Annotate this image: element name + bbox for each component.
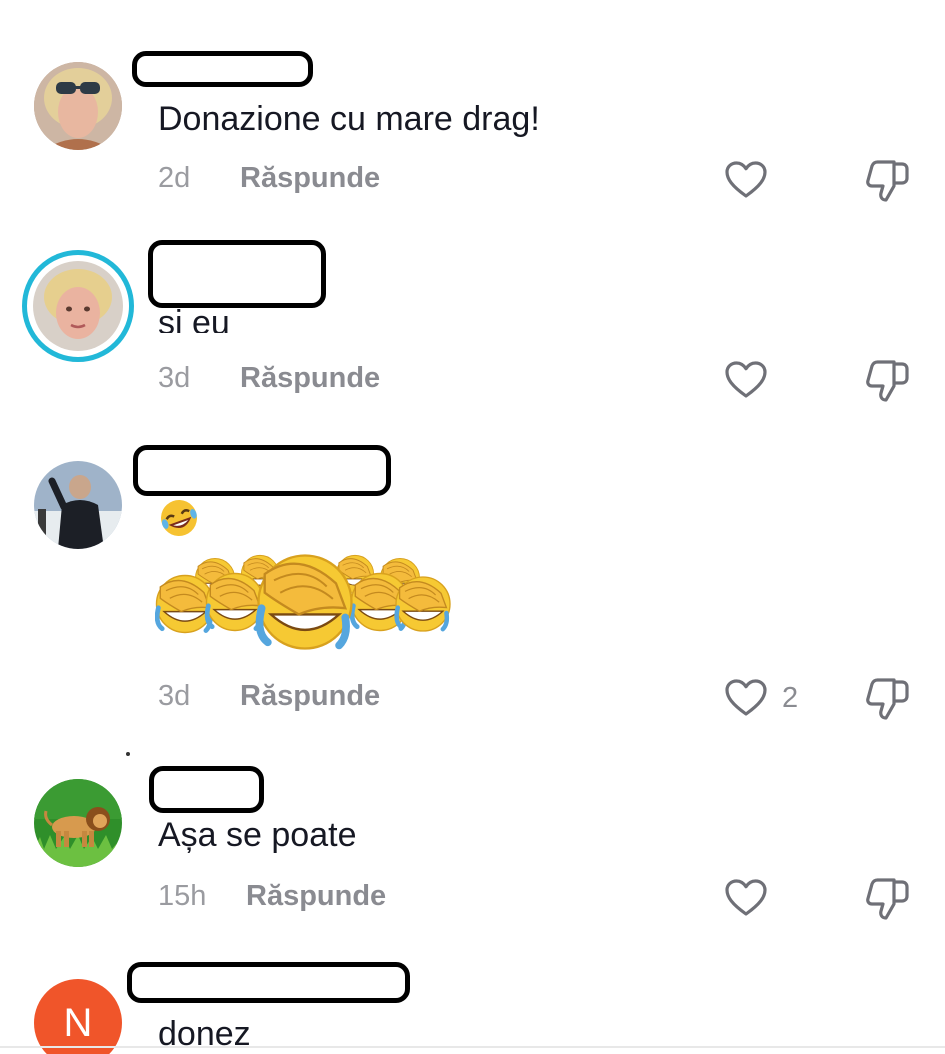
user-photo-avatar-icon	[34, 461, 122, 549]
reply-button[interactable]: Răspunde	[240, 362, 380, 395]
comment-time: 2d	[158, 162, 191, 194]
comment-meta: 15h Răspunde	[158, 880, 386, 913]
reply-button[interactable]: Răspunde	[240, 162, 380, 195]
reply-button[interactable]: Răspunde	[240, 680, 380, 713]
stray-dot	[126, 752, 130, 756]
username-redacted[interactable]	[132, 51, 313, 87]
avatar[interactable]	[34, 779, 122, 867]
thumbs-down-outline-icon	[866, 678, 909, 720]
comment-text: Donazione cu mare drag!	[158, 100, 540, 138]
like-button[interactable]: 2	[724, 678, 798, 718]
facepalm-laughing-sticker-icon	[155, 550, 455, 655]
comment-meta: 3d Răspunde	[158, 680, 380, 713]
user-photo-avatar-icon	[34, 62, 122, 150]
avatar-story-ring[interactable]	[22, 250, 134, 362]
like-button[interactable]	[724, 160, 768, 200]
heart-outline-icon	[725, 679, 767, 716]
username-redacted[interactable]	[149, 766, 264, 813]
avatar-initial: N	[63, 1000, 93, 1045]
reply-button[interactable]: Răspunde	[246, 880, 386, 913]
dislike-button[interactable]	[864, 358, 912, 404]
avatar[interactable]	[34, 461, 122, 549]
user-photo-avatar-icon	[33, 261, 123, 351]
heart-outline-icon	[725, 361, 767, 398]
username-redacted[interactable]	[148, 240, 326, 308]
like-button[interactable]	[724, 360, 768, 400]
dislike-button[interactable]	[864, 158, 912, 204]
rolling-laughing-emoji-icon	[161, 500, 197, 536]
thumbs-down-outline-icon	[866, 878, 909, 920]
like-button[interactable]	[724, 878, 768, 918]
username-redacted[interactable]	[127, 962, 410, 1003]
comment-time: 3d	[158, 680, 191, 712]
comment-time: 3d	[158, 362, 191, 394]
facepalm-laughing-emoji-sticker	[155, 550, 455, 660]
username-redacted[interactable]	[133, 445, 391, 496]
comment-meta: 2d Răspunde	[158, 162, 380, 195]
rolling-on-floor-laughing-emoji: 🤣	[157, 497, 201, 544]
lion-avatar-icon	[34, 779, 122, 867]
like-count: 2	[782, 681, 799, 714]
comment-text: donez	[158, 1015, 251, 1053]
comment-meta: 3d Răspunde	[158, 362, 380, 395]
dislike-button[interactable]	[864, 876, 912, 922]
heart-outline-icon	[725, 161, 767, 198]
comment-text: Așa se poate	[158, 816, 357, 854]
bottom-divider	[0, 1046, 945, 1048]
dislike-button[interactable]	[864, 676, 912, 722]
comment-time: 15h	[158, 880, 207, 912]
heart-outline-icon	[725, 879, 767, 916]
thumbs-down-outline-icon	[866, 160, 909, 202]
comment-text: și eu	[158, 304, 230, 333]
thumbs-down-outline-icon	[866, 360, 909, 402]
avatar[interactable]	[34, 62, 122, 150]
avatar-letter[interactable]: N	[34, 979, 122, 1054]
